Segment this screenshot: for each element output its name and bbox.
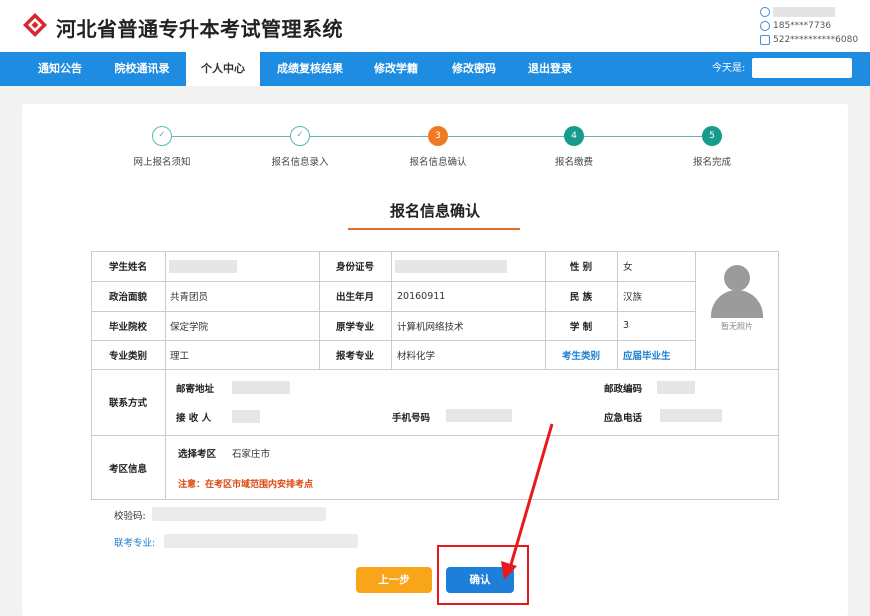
annotation-arrow-icon <box>501 423 554 580</box>
